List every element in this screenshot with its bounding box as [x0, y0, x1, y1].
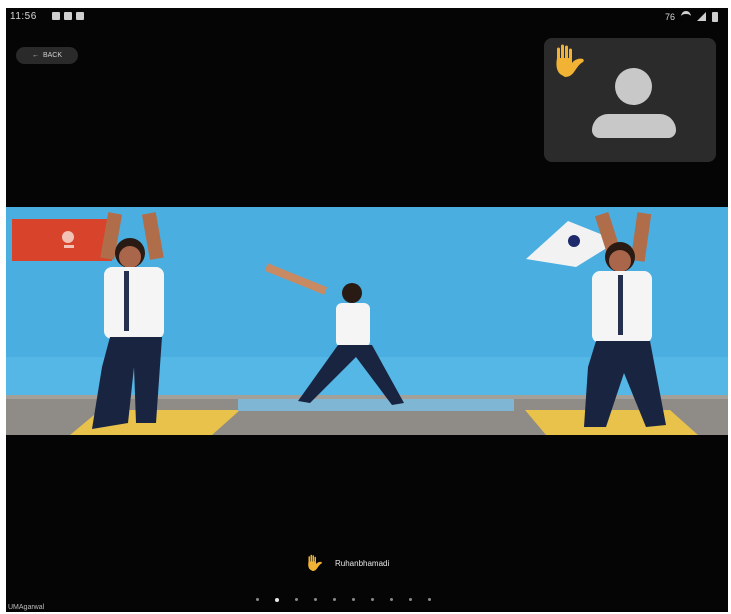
avatar-placeholder-body — [592, 114, 676, 138]
main-video-feed[interactable] — [6, 207, 728, 435]
wifi-icon — [681, 11, 691, 22]
notification-icons — [52, 12, 84, 20]
page-dot[interactable] — [333, 598, 336, 601]
page-dot[interactable] — [256, 598, 259, 601]
video-frame — [6, 207, 728, 435]
page-dot[interactable] — [352, 598, 355, 601]
page-indicator[interactable] — [256, 598, 431, 602]
arrow-left-icon: ← — [31, 52, 39, 59]
raise-hand-icon — [556, 44, 584, 77]
page-dot[interactable] — [371, 598, 374, 601]
status-right: 76 — [665, 11, 718, 22]
raise-hand-icon — [308, 554, 322, 571]
speaker-name: Ruhanbhamadi — [335, 558, 390, 568]
battery-icon — [712, 11, 718, 22]
avatar-placeholder-icon — [615, 68, 652, 105]
notification-icon — [64, 12, 72, 20]
page-dot[interactable] — [390, 598, 393, 601]
self-video-tile[interactable] — [544, 38, 716, 162]
participant-name-label: UMAgarwal — [8, 604, 45, 611]
signal-icon — [697, 12, 706, 21]
page-dot[interactable] — [409, 598, 412, 601]
page-dot-active[interactable] — [275, 598, 279, 602]
back-button[interactable]: ← BACK — [16, 47, 78, 64]
page-dot[interactable] — [295, 598, 298, 601]
back-label: BACK — [42, 52, 63, 59]
active-speaker-indicator: Ruhanbhamadi — [305, 554, 389, 572]
meeting-screen: 11:56 76 ← BACK Ruhanbhamadi UMAgarwal — [6, 8, 728, 612]
status-bar: 11:56 76 — [6, 8, 728, 28]
status-right-text: 76 — [664, 11, 675, 22]
camera-icon — [76, 12, 84, 20]
page-dot[interactable] — [314, 598, 317, 601]
notification-icon — [52, 12, 60, 20]
status-time: 11:56 — [10, 11, 37, 22]
page-dot[interactable] — [428, 598, 431, 601]
